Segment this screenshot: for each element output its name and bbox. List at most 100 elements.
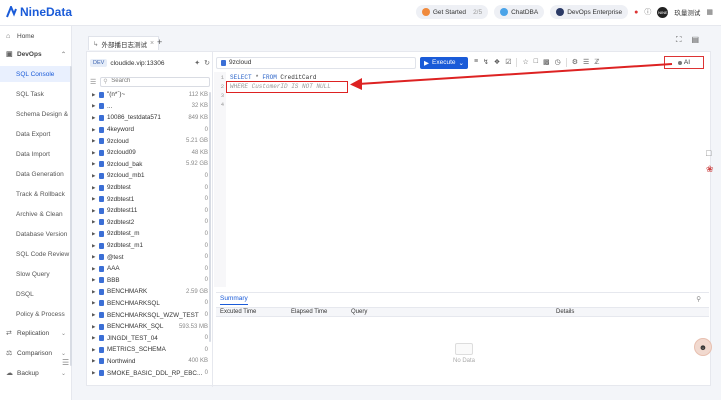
fullscreen-icon[interactable]: ⛶ — [676, 35, 682, 45]
connection-name[interactable]: cloudide.vip:13306 — [110, 60, 191, 67]
add-tab-button[interactable]: + — [157, 37, 162, 47]
feedback-icon[interactable]: □ — [706, 148, 714, 158]
expand-arrow-icon[interactable]: ▶ — [92, 347, 99, 353]
database-row[interactable]: ▶ 9zcloud_bak 5.92 GB — [87, 159, 211, 171]
expand-arrow-icon[interactable]: ▶ — [92, 358, 99, 364]
nav-backup[interactable]: ☁ Backup ⌄ — [0, 365, 72, 381]
search-input[interactable] — [111, 77, 209, 84]
tab-summary[interactable]: Summary — [220, 295, 248, 305]
expand-arrow-icon[interactable]: ▶ — [92, 300, 99, 306]
user-avatar[interactable]: NINE — [657, 6, 669, 18]
database-selector[interactable]: 9zcloud — [216, 56, 416, 69]
database-row[interactable]: ▶ SMOKE_BASIC_DDL_RP_EBC... 0 — [87, 367, 211, 379]
database-row[interactable]: ▶... 32 KB — [87, 101, 211, 113]
database-row[interactable]: ▶ BENCHMARKSQL 0 — [87, 298, 211, 310]
nav-policy-process[interactable]: Policy & Process — [0, 306, 72, 322]
ai-button[interactable]: AI — [664, 56, 704, 69]
database-row[interactable]: ▶ METRICS_SCHEMA 0 — [87, 344, 211, 356]
refresh-icon[interactable]: ↻ — [204, 59, 210, 67]
database-row[interactable]: ▶ 9zdbtest11 0 — [87, 205, 211, 217]
nav-scrollbar[interactable] — [70, 66, 72, 366]
nav-sql-code-review[interactable]: SQL Code Review — [0, 246, 72, 262]
database-row[interactable]: ▶ 9zdbtest_m1 0 — [87, 240, 211, 252]
expand-arrow-icon[interactable]: ▶ — [92, 127, 99, 133]
database-row[interactable]: ▶ Northwind 400 KB — [87, 356, 211, 368]
database-row[interactable]: ▶ 9zdbtest2 0 — [87, 217, 211, 229]
nav-dsql[interactable]: DSQL — [0, 286, 72, 302]
branch-icon[interactable]: ℤ — [594, 58, 599, 67]
stack-icon[interactable]: ☰ — [583, 58, 589, 67]
pin-icon[interactable]: ⚲ — [696, 295, 701, 303]
expand-arrow-icon[interactable]: ▶ — [92, 185, 99, 191]
sql-editor[interactable]: 1 2 3 4 SELECT * FROM CreditCard WHERE C… — [214, 72, 709, 287]
expand-arrow-icon[interactable]: ▶ — [92, 266, 99, 272]
database-row[interactable]: ▶ 9zdbtest 0 — [87, 182, 211, 194]
expand-arrow-icon[interactable]: ▶ — [92, 161, 99, 167]
expand-arrow-icon[interactable]: ▶ — [92, 150, 99, 156]
expand-arrow-icon[interactable]: ▶ — [92, 208, 99, 214]
gift-icon[interactable]: ❀ — [706, 164, 714, 175]
close-icon[interactable]: × — [150, 40, 154, 47]
database-row[interactable]: ▶ BENCHMARK_SQL 593.53 MB — [87, 321, 211, 333]
expand-arrow-icon[interactable]: ▶ — [92, 219, 99, 225]
chatdba-button[interactable]: ChatDBA — [494, 5, 545, 19]
nav-sql-task[interactable]: SQL Task — [0, 86, 72, 102]
nav-home[interactable]: ⌂ Home — [0, 28, 72, 44]
notification-icon[interactable]: ● — [634, 9, 638, 16]
expand-arrow-icon[interactable]: ▶ — [92, 254, 99, 260]
expand-arrow-icon[interactable]: ▶ — [92, 231, 99, 237]
explain-icon[interactable]: ≡ — [474, 58, 478, 67]
user-name[interactable]: 玖量测试 — [674, 7, 700, 17]
nav-data-generation[interactable]: Data Generation — [0, 166, 72, 182]
help-icon[interactable]: ⓘ — [644, 7, 651, 17]
devops-enterprise-button[interactable]: DevOps Enterprise — [550, 5, 629, 19]
expand-arrow-icon[interactable]: ▶ — [92, 324, 99, 330]
database-row[interactable]: ▶ 9zdbtest1 0 — [87, 193, 211, 205]
pin-icon[interactable]: ✦ — [194, 59, 200, 67]
expand-arrow-icon[interactable]: ▶ — [92, 173, 99, 179]
expand-arrow-icon[interactable]: ▶ — [92, 312, 99, 318]
nav-archive-clean[interactable]: Archive & Clean — [0, 206, 72, 222]
expand-arrow-icon[interactable]: ▶ — [92, 103, 99, 109]
filter-icon[interactable]: ☰ — [90, 78, 96, 86]
database-row[interactable]: ▶ BENCHMARKSQL_WZW_TEST 0 — [87, 309, 211, 321]
settings-icon[interactable]: ▤ — [691, 35, 699, 45]
nav-database-version[interactable]: Database Version — [0, 226, 72, 242]
collapse-menu-icon[interactable]: ☰ — [62, 358, 69, 367]
nav-replication[interactable]: ⇄ Replication ⌄ — [0, 325, 72, 341]
database-row[interactable]: ▶ 9zcloud09 48 KB — [87, 147, 211, 159]
database-row[interactable]: ▶ "(n*`)~ 112 KB — [87, 89, 211, 101]
nav-data-export[interactable]: Data Export — [0, 126, 72, 142]
database-row[interactable]: ▶ JINGDI_TEST_04 0 — [87, 332, 211, 344]
nav-sql-console[interactable]: SQL Console — [0, 66, 72, 82]
history-icon[interactable]: ◷ — [555, 58, 561, 67]
database-row[interactable]: ▶ @test 0 — [87, 251, 211, 263]
database-row[interactable]: ▶ BBB 0 — [87, 275, 211, 287]
database-row[interactable]: ▶ 9zdbtest_m 0 — [87, 228, 211, 240]
database-search[interactable]: ⚲ — [100, 76, 210, 87]
database-row[interactable]: ▶ 10086_testdata571 849 KB — [87, 112, 211, 124]
expand-arrow-icon[interactable]: ▶ — [92, 115, 99, 121]
expand-arrow-icon[interactable]: ▶ — [92, 138, 99, 144]
nav-data-import[interactable]: Data Import — [0, 146, 72, 162]
expand-arrow-icon[interactable]: ▶ — [92, 335, 99, 341]
execute-button[interactable]: ▶ Execute ⌄ — [420, 56, 468, 69]
nav-devops[interactable]: ▣ DevOps ⌃ — [0, 46, 72, 62]
format-icon[interactable]: ↯ — [483, 58, 489, 67]
database-row[interactable]: ▶ 4keyword 0 — [87, 124, 211, 136]
transform-icon[interactable]: ❖ — [494, 58, 500, 67]
folder-icon[interactable]: □ — [534, 58, 538, 67]
expand-arrow-icon[interactable]: ▶ — [92, 289, 99, 295]
expand-arrow-icon[interactable]: ▶ — [92, 196, 99, 202]
language-icon[interactable]: ▦ — [706, 8, 713, 16]
settings-icon[interactable]: ⚙ — [572, 58, 578, 67]
star-icon[interactable]: ☆ — [522, 58, 528, 67]
database-row[interactable]: ▶ 9zcloud 5.21 GB — [87, 135, 211, 147]
expand-arrow-icon[interactable]: ▶ — [92, 92, 99, 98]
database-row[interactable]: ▶ BENCHMARK 2.59 GB — [87, 286, 211, 298]
brand-logo[interactable]: NineData — [6, 5, 72, 19]
database-row[interactable]: ▶ AAA 0 — [87, 263, 211, 275]
expand-arrow-icon[interactable]: ▶ — [92, 277, 99, 283]
check-icon[interactable]: ☑ — [505, 58, 511, 67]
nav-schema-design[interactable]: Schema Design & — [0, 106, 72, 122]
